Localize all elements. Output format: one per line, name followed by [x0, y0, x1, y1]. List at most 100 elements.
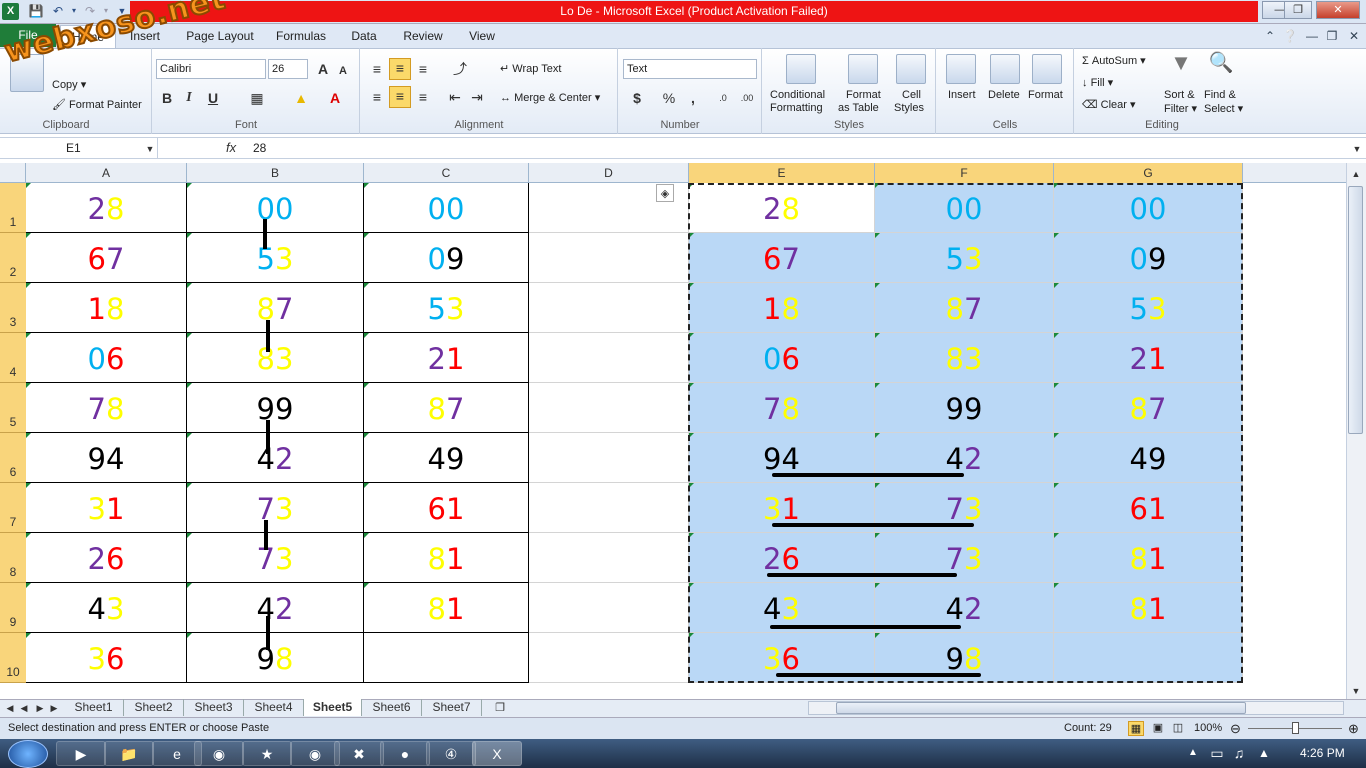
cell-e3[interactable]: 18	[689, 283, 875, 333]
restore-button[interactable]: ❐	[1284, 1, 1312, 19]
align-right-icon[interactable]: ≡	[414, 88, 432, 106]
cell-d9[interactable]	[529, 583, 689, 633]
format-painter-button[interactable]: 🖌 Format Painter	[52, 98, 142, 111]
row-header-9[interactable]: 9	[0, 583, 26, 633]
delete-cells-button[interactable]: Delete	[988, 89, 1020, 101]
zoom-out-icon[interactable]: ⊖	[1230, 718, 1241, 739]
sheet-tab-sheet5[interactable]: Sheet5	[304, 699, 362, 716]
cell-a7[interactable]: 31	[26, 483, 187, 533]
paste-options-icon[interactable]: ◈	[656, 184, 674, 202]
scroll-up-icon[interactable]: ▲	[1348, 165, 1364, 183]
sheet-tab-sheet4[interactable]: Sheet4	[244, 699, 304, 716]
shrink-font-icon[interactable]: A	[336, 62, 350, 80]
cell-d2[interactable]	[529, 233, 689, 283]
format-cells-button[interactable]: Format	[1028, 89, 1063, 101]
select-all-corner[interactable]	[0, 163, 26, 183]
row-header-5[interactable]: 5	[0, 383, 26, 433]
cell-g7[interactable]: 61	[1054, 483, 1243, 533]
column-header-c[interactable]: C	[364, 163, 529, 183]
cell-styles-icon[interactable]	[896, 54, 926, 84]
page-layout-view-icon[interactable]: ▣	[1150, 721, 1166, 736]
cell-d5[interactable]	[529, 383, 689, 433]
first-sheet-icon[interactable]: ◀	[4, 699, 16, 717]
underline-icon[interactable]: U	[204, 89, 222, 107]
currency-icon[interactable]: $	[628, 89, 646, 107]
insert-cells-button[interactable]: Insert	[948, 89, 976, 101]
font-color-icon[interactable]: A	[326, 89, 344, 107]
tool-icon[interactable]: ✖	[334, 741, 384, 766]
row-header-10[interactable]: 10	[0, 633, 26, 683]
sort-filter-label2[interactable]: Filter ▾	[1164, 102, 1197, 115]
save-icon[interactable]: 💾	[28, 3, 44, 19]
name-box[interactable]: E1	[0, 138, 158, 158]
chrome-icon[interactable]: ◉	[194, 741, 244, 766]
cell-f2[interactable]: 53	[875, 233, 1054, 283]
cell-e4[interactable]: 06	[689, 333, 875, 383]
minimize-ribbon-icon[interactable]: ⌃	[1262, 28, 1278, 44]
increase-indent-icon[interactable]: ⇥	[468, 88, 486, 106]
cell-styles-label2[interactable]: Styles	[894, 102, 924, 114]
conditional-formatting-label[interactable]: Conditional	[770, 89, 825, 101]
cell-a1[interactable]: 28	[26, 183, 187, 233]
orientation-icon[interactable]: ⤴	[448, 60, 472, 78]
scroll-down-icon[interactable]: ▼	[1348, 682, 1364, 700]
find-select-icon[interactable]: 🔍	[1206, 53, 1236, 73]
column-header-d[interactable]: D	[529, 163, 689, 183]
tab-view[interactable]: View	[460, 25, 504, 48]
cell-a9[interactable]: 43	[26, 583, 187, 633]
column-header-e[interactable]: E	[689, 163, 875, 183]
align-bottom-icon[interactable]: ≡	[414, 60, 432, 78]
row-header-3[interactable]: 3	[0, 283, 26, 333]
format-table-label2[interactable]: as Table	[838, 102, 879, 114]
cell-e1[interactable]: 28	[689, 183, 875, 233]
cell-b2[interactable]: 53	[187, 233, 364, 283]
workbook-restore-icon[interactable]: ❐	[1324, 28, 1340, 44]
delete-cells-icon[interactable]	[990, 54, 1020, 84]
sheet-tab-sheet6[interactable]: Sheet6	[362, 699, 422, 716]
decrease-indent-icon[interactable]: ⇤	[446, 88, 464, 106]
help-icon[interactable]: ❔	[1282, 28, 1298, 44]
browser-icon[interactable]: ◉	[290, 741, 340, 766]
expand-formula-bar-icon[interactable]: ▼	[1350, 140, 1364, 158]
zoom-level[interactable]: 100%	[1194, 718, 1222, 739]
close-button[interactable]: ✕	[1316, 1, 1360, 19]
cell-f5[interactable]: 99	[875, 383, 1054, 433]
cell-c8[interactable]: 81	[364, 533, 529, 583]
file-explorer-icon[interactable]: 📁	[104, 741, 154, 766]
excel-app-icon[interactable]: X	[2, 3, 19, 20]
cell-g9[interactable]: 81	[1054, 583, 1243, 633]
grow-font-icon[interactable]: A	[314, 60, 332, 78]
formula-input[interactable]: 28	[253, 138, 266, 158]
sheet-tab-sheet1[interactable]: Sheet1	[64, 699, 124, 716]
column-header-f[interactable]: F	[875, 163, 1054, 183]
tab-review[interactable]: Review	[396, 25, 450, 48]
cell-a4[interactable]: 06	[26, 333, 187, 383]
cell-a8[interactable]: 26	[26, 533, 187, 583]
row-header-2[interactable]: 2	[0, 233, 26, 283]
cell-e2[interactable]: 67	[689, 233, 875, 283]
find-select-label[interactable]: Find &	[1204, 89, 1236, 101]
format-table-label[interactable]: Format	[846, 89, 881, 101]
row-header-6[interactable]: 6	[0, 433, 26, 483]
next-sheet-icon[interactable]: ▶	[34, 699, 46, 717]
align-left-icon[interactable]: ≡	[368, 88, 386, 106]
insert-function-icon[interactable]: fx	[226, 138, 236, 158]
column-header-b[interactable]: B	[187, 163, 364, 183]
font-size-box[interactable]: 26	[268, 59, 308, 79]
wrap-text-button[interactable]: ↵ Wrap Text	[500, 62, 561, 75]
cell-g8[interactable]: 81	[1054, 533, 1243, 583]
bold-icon[interactable]: B	[158, 89, 176, 107]
number-format-box[interactable]: Text	[623, 59, 757, 79]
game-icon[interactable]: ●	[380, 741, 430, 766]
sheet-tab-sheet7[interactable]: Sheet7	[422, 699, 482, 716]
cell-c2[interactable]: 09	[364, 233, 529, 283]
align-top-icon[interactable]: ≡	[368, 60, 386, 78]
cell-b1[interactable]: 00	[187, 183, 364, 233]
italic-icon[interactable]: I	[180, 89, 198, 107]
cell-g4[interactable]: 21	[1054, 333, 1243, 383]
app-icon[interactable]: ★	[242, 741, 292, 766]
find-select-label2[interactable]: Select ▾	[1204, 102, 1243, 115]
excel-taskbar-icon[interactable]: X	[472, 741, 522, 766]
last-sheet-icon[interactable]: ▶	[48, 699, 60, 717]
font-name-box[interactable]: Calibri	[156, 59, 266, 79]
